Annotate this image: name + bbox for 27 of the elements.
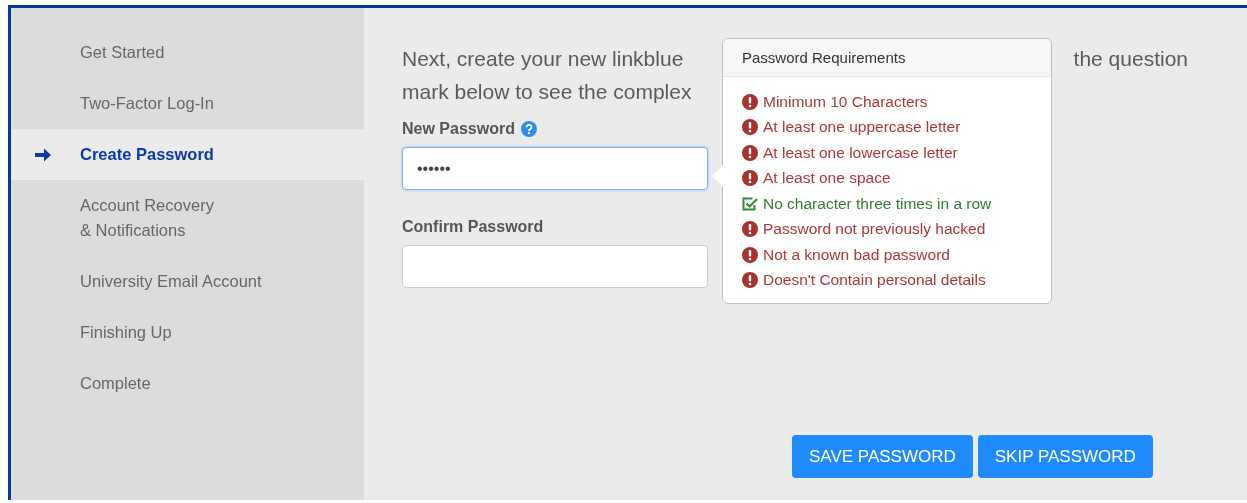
arrow-right-icon (35, 148, 51, 162)
sidebar-item[interactable]: Create Password (11, 129, 364, 180)
help-icon[interactable] (520, 121, 537, 137)
requirement-text: Password not previously hacked (763, 220, 986, 239)
intro-text: Next, create your new linkblue (402, 46, 684, 71)
requirement-text: Doesn't Contain personal details (763, 271, 986, 290)
requirement-text: No character three times in a row (763, 194, 992, 213)
requirement-text: At least one lowercase letter (763, 143, 958, 162)
intro-text: the question (1073, 46, 1188, 71)
sidebar-item[interactable]: Get Started (11, 27, 364, 78)
sidebar-item[interactable]: Account Recovery & Notifications (11, 180, 364, 256)
intro-text: mark below to see the complex (402, 79, 692, 104)
confirm-password-field[interactable] (402, 245, 708, 288)
requirement-text: Not a known bad password (763, 245, 950, 264)
sidebar-item[interactable]: Finishing Up (11, 307, 364, 358)
requirement-text: At least one uppercase letter (763, 118, 961, 137)
password-field[interactable]: •••••• (402, 147, 708, 190)
requirement-text: Minimum 10 Characters (763, 92, 928, 111)
field-label: New Password (402, 120, 515, 138)
sidebar-item[interactable]: University Email Account (11, 256, 364, 307)
sidebar-item[interactable]: Complete (11, 358, 364, 409)
field-label: Confirm Password (402, 218, 544, 236)
sidebar-item[interactable]: Two-Factor Log-In (11, 78, 364, 129)
popover-title: Password Requirements (742, 49, 906, 66)
action-button[interactable]: SAVE PASSWORD (792, 435, 973, 478)
requirement-text: At least one space (763, 169, 891, 188)
action-button[interactable]: SKIP PASSWORD (977, 435, 1153, 478)
